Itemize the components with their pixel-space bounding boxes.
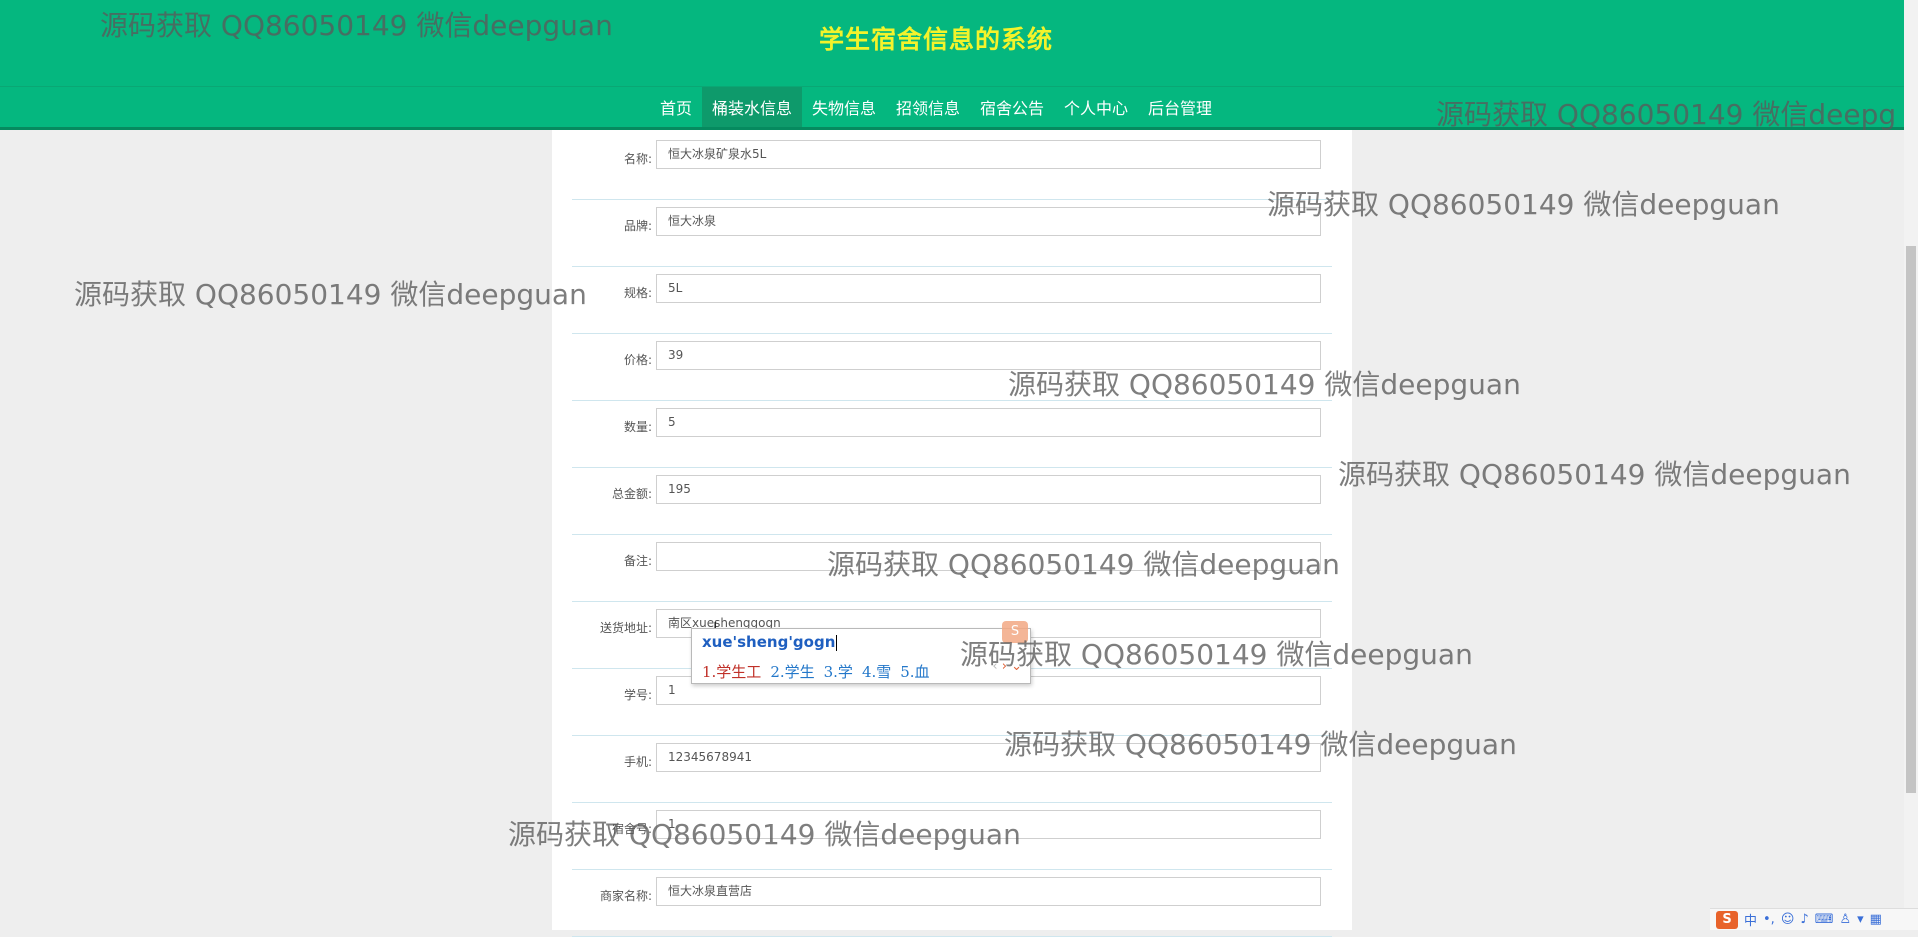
remark-input[interactable] bbox=[656, 542, 1321, 571]
phone-input[interactable]: 12345678941 bbox=[656, 743, 1321, 772]
price-input[interactable]: 39 bbox=[656, 341, 1321, 370]
field-label: 价格: bbox=[624, 352, 652, 368]
ime-pinyin-text: xue'sheng'gogn bbox=[702, 633, 835, 651]
ime-candidate[interactable]: 4.雪 bbox=[862, 663, 891, 681]
ime-candidate-popup: xue'sheng'gogn 1.学生工2.学生3.学4.雪5.血 ‹ › ⌄ … bbox=[691, 628, 1031, 684]
field-label: 手机: bbox=[624, 754, 652, 770]
nav-item-personal-center[interactable]: 个人中心 bbox=[1054, 87, 1138, 127]
field-label: 品牌: bbox=[624, 218, 652, 234]
field-label: 商家名称: bbox=[600, 888, 652, 904]
ime-candidate[interactable]: 3.学 bbox=[824, 663, 853, 681]
form-panel: 名称: 恒大冰泉矿泉水5L 品牌: 恒大冰泉 规格: 5L 价格: 39 数量:… bbox=[552, 130, 1352, 930]
ime-candidates: 1.学生工 2.学生 3.学 4.雪 5.血 bbox=[702, 661, 939, 682]
field-label: 名称: bbox=[624, 151, 652, 167]
form-row-price: 价格: 39 bbox=[572, 334, 1332, 401]
form-row-spec: 规格: 5L bbox=[572, 267, 1332, 334]
form-row-name: 名称: 恒大冰泉矿泉水5L bbox=[572, 133, 1332, 200]
ime-prev-icon[interactable]: ‹ bbox=[992, 659, 997, 674]
punctuation-icon[interactable]: •, bbox=[1763, 912, 1775, 927]
field-label: 总金额: bbox=[612, 486, 652, 502]
dorm-number-input[interactable]: 1 bbox=[656, 810, 1321, 839]
field-label: 学号: bbox=[624, 687, 652, 703]
ime-candidate[interactable]: 1.学生工 bbox=[702, 663, 761, 681]
nav-item-admin[interactable]: 后台管理 bbox=[1138, 87, 1222, 127]
ime-status-bar: S 中 •, ☺ ♪ ⌨ ♙ ▾ ▦ bbox=[1710, 908, 1918, 930]
field-label: 数量: bbox=[624, 419, 652, 435]
ime-candidate[interactable]: 5.血 bbox=[900, 663, 929, 681]
watermark: 源码获取 QQ86050149 微信deepguan bbox=[74, 273, 587, 313]
form-row-quantity: 数量: 5 bbox=[572, 401, 1332, 468]
site-header: 学生宿舍信息的系统 首页 桶装水信息 失物信息 招领信息 宿舍公告 个人中心 后… bbox=[0, 0, 1904, 129]
toolbox-icon[interactable]: ▦ bbox=[1870, 912, 1882, 927]
brand-input[interactable]: 恒大冰泉 bbox=[656, 207, 1321, 236]
site-title: 学生宿舍信息的系统 bbox=[0, 20, 1872, 56]
nav-item-found-items[interactable]: 招领信息 bbox=[886, 87, 970, 127]
skin-icon[interactable]: ▾ bbox=[1857, 912, 1864, 927]
main-nav: 首页 桶装水信息 失物信息 招领信息 宿舍公告 个人中心 后台管理 bbox=[0, 87, 1872, 127]
ime-expand-icon[interactable]: ⌄ bbox=[1011, 659, 1022, 674]
user-icon[interactable]: ♙ bbox=[1839, 912, 1851, 927]
form-row-dorm-number: 宿舍号: 1 bbox=[572, 803, 1332, 870]
form-row-remark: 备注: bbox=[572, 535, 1332, 602]
quantity-input[interactable]: 5 bbox=[656, 408, 1321, 437]
ime-page-arrows: ‹ › ⌄ bbox=[992, 659, 1022, 674]
field-label: 规格: bbox=[624, 285, 652, 301]
ime-mode[interactable]: 中 bbox=[1744, 910, 1757, 929]
ime-candidate[interactable]: 2.学生 bbox=[770, 663, 814, 681]
emoji-icon[interactable]: ☺ bbox=[1781, 912, 1795, 927]
ime-caret bbox=[836, 635, 837, 651]
keyboard-icon[interactable]: ⌨ bbox=[1815, 912, 1834, 927]
spec-input[interactable]: 5L bbox=[656, 274, 1321, 303]
sogou-logo-icon: S bbox=[1002, 621, 1028, 643]
field-label: 备注: bbox=[624, 553, 652, 569]
form-row-merchant: 商家名称: 恒大冰泉直营店 bbox=[572, 870, 1332, 937]
name-input[interactable]: 恒大冰泉矿泉水5L bbox=[656, 140, 1321, 169]
ime-pinyin: xue'sheng'gogn bbox=[702, 633, 837, 651]
nav-item-home[interactable]: 首页 bbox=[650, 87, 702, 127]
form-row-total: 总金额: 195 bbox=[572, 468, 1332, 535]
form-row-brand: 品牌: 恒大冰泉 bbox=[572, 200, 1332, 267]
merchant-name-input[interactable]: 恒大冰泉直营店 bbox=[656, 877, 1321, 906]
ime-next-icon[interactable]: › bbox=[1002, 659, 1007, 674]
field-label: 送货地址: bbox=[600, 620, 652, 636]
sogou-status-icon[interactable]: S bbox=[1716, 911, 1738, 929]
watermark: 源码获取 QQ86050149 微信deepguan bbox=[1338, 453, 1851, 493]
microphone-icon[interactable]: ♪ bbox=[1800, 912, 1808, 927]
nav-item-dorm-notice[interactable]: 宿舍公告 bbox=[970, 87, 1054, 127]
nav-item-bottled-water[interactable]: 桶装水信息 bbox=[702, 87, 802, 127]
form-row-phone: 手机: 12345678941 bbox=[572, 736, 1332, 803]
scrollbar-thumb[interactable] bbox=[1906, 246, 1916, 793]
total-amount-input[interactable]: 195 bbox=[656, 475, 1321, 504]
field-label: 宿舍号: bbox=[612, 821, 652, 837]
nav-item-lost-items[interactable]: 失物信息 bbox=[802, 87, 886, 127]
